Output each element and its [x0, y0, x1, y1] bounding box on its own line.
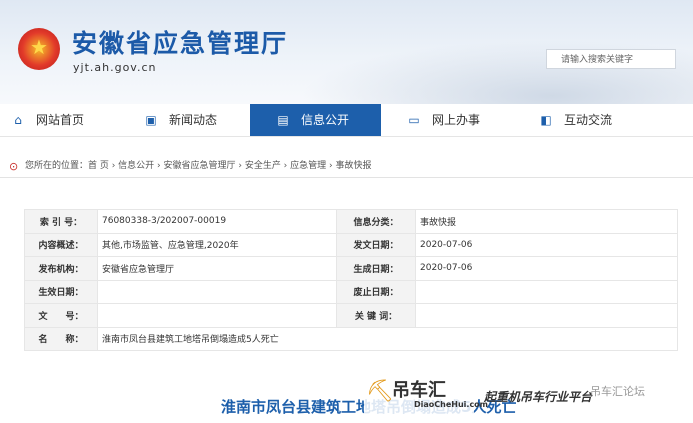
docno-value: [97, 303, 337, 328]
gendate-label: 生成日期：: [336, 256, 416, 281]
site-url: yjt.ah.gov.cn: [73, 61, 157, 74]
index-value: 76080338-3/202007-00019: [97, 209, 337, 234]
monitor-icon: ▭: [408, 113, 420, 127]
nav-item-news[interactable]: ▣ 新闻动态: [133, 104, 243, 136]
expire-label: 废止日期：: [336, 279, 416, 304]
table-row: 文 号： 关 键 词：: [24, 303, 678, 328]
table-row: 内容概述： 其他,市场监管、应急管理,2020年 发文日期： 2020-07-0…: [24, 232, 678, 257]
table-row: 索 引 号： 76080338-3/202007-00019 信息分类： 事故快…: [24, 209, 678, 234]
docno-label: 文 号：: [24, 303, 98, 328]
news-icon: ▣: [145, 113, 157, 127]
category-value: 事故快报: [415, 209, 678, 234]
pubdate-value: 2020-07-06: [415, 232, 678, 257]
summary-value: 其他,市场监管、应急管理,2020年: [97, 232, 337, 257]
category-label: 信息分类：: [336, 209, 416, 234]
gendate-value: 2020-07-06: [415, 256, 678, 281]
index-label: 索 引 号：: [24, 209, 98, 234]
home-icon: ⌂: [14, 113, 22, 127]
nav-item-home[interactable]: ⌂ 网站首页: [0, 104, 118, 136]
effective-label: 生效日期：: [24, 279, 98, 304]
name-value: 淮南市凤台县建筑工地塔吊倒塌造成5人死亡: [97, 326, 678, 351]
watermark-brand: 吊车汇: [392, 380, 446, 401]
search-input[interactable]: 请输入搜索关键字: [546, 49, 676, 69]
name-label: 名 称：: [24, 326, 98, 351]
document-icon: ▤: [277, 113, 289, 127]
watermark-forum: 吊车汇论坛: [590, 385, 645, 398]
table-row: 生效日期： 废止日期：: [24, 279, 678, 304]
crane-logo-icon: ⛏: [366, 379, 394, 404]
location-pin-icon: ⊙: [9, 160, 19, 173]
site-title[interactable]: 安徽省应急管理厅: [72, 24, 288, 60]
breadcrumb: ⊙ 您所在的位置：首 页 › 信息公开 › 安徽省应急管理厅 › 安全生产 › …: [0, 155, 693, 178]
chat-icon: ◧: [540, 113, 552, 127]
keyword-value: [415, 303, 678, 328]
site-header: 安徽省应急管理厅 yjt.ah.gov.cn 请输入搜索关键字: [0, 0, 693, 104]
watermark-domain: DiaoCheHui.com: [414, 400, 489, 409]
national-emblem-icon[interactable]: [18, 28, 60, 70]
table-row: 发布机构： 安徽省应急管理厅 生成日期： 2020-07-06: [24, 256, 678, 281]
pubdate-label: 发文日期：: [336, 232, 416, 257]
keyword-label: 关 键 词：: [336, 303, 416, 328]
breadcrumb-text[interactable]: 您所在的位置：首 页 › 信息公开 › 安徽省应急管理厅 › 安全生产 › 应急…: [25, 155, 371, 177]
issuer-value: 安徽省应急管理厅: [97, 256, 337, 281]
expire-value: [415, 279, 678, 304]
nav-item-interaction[interactable]: ◧ 互动交流: [528, 104, 658, 136]
main-nav: ⌂ 网站首页 ▣ 新闻动态 ▤ 信息公开 ▭ 网上办事 ◧ 互动交流: [0, 104, 693, 137]
nav-item-online-service[interactable]: ▭ 网上办事: [396, 104, 516, 136]
issuer-label: 发布机构：: [24, 256, 98, 281]
watermark-slogan: 起重机吊车行业平台: [484, 390, 593, 404]
nav-item-info-disclosure[interactable]: ▤ 信息公开: [250, 104, 381, 136]
summary-label: 内容概述：: [24, 232, 98, 257]
info-metadata-table: 索 引 号： 76080338-3/202007-00019 信息分类： 事故快…: [24, 209, 678, 351]
effective-value: [97, 279, 337, 304]
table-row: 名 称： 淮南市凤台县建筑工地塔吊倒塌造成5人死亡: [24, 326, 678, 351]
